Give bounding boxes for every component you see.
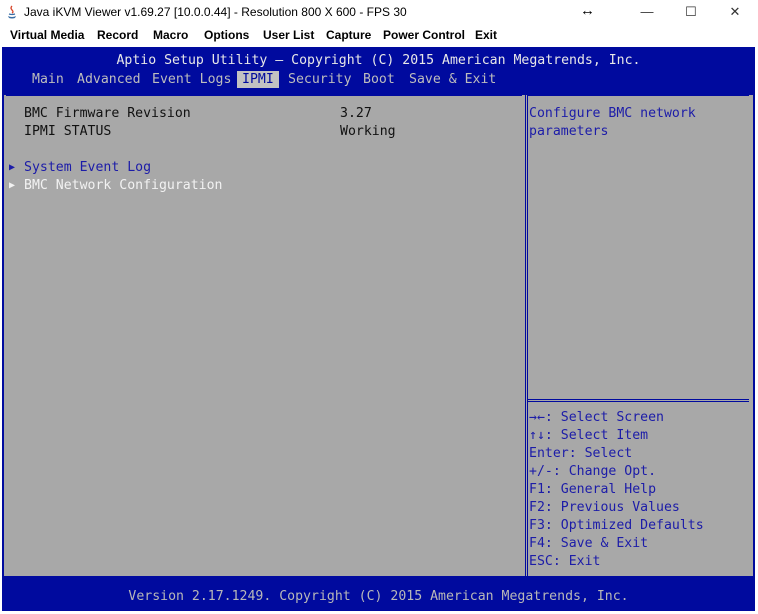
key-help-f2: F2: Previous Values (529, 500, 680, 515)
menu-capture[interactable]: Capture (326, 28, 371, 42)
submenu-arrow-icon: ▶ (9, 180, 16, 191)
panel-top-border (6, 95, 522, 96)
menu-power-control[interactable]: Power Control (383, 28, 465, 42)
tab-main[interactable]: Main (27, 71, 69, 88)
menu-exit[interactable]: Exit (475, 28, 497, 42)
maximize-button[interactable]: ☐ (668, 0, 714, 24)
key-help-f4: F4: Save & Exit (529, 536, 649, 551)
key-help-esc: ESC: Exit (529, 554, 601, 569)
panel-divider-right (527, 95, 528, 576)
window-title: Java iKVM Viewer v1.69.27 [10.0.0.44] - … (24, 5, 407, 19)
submenu-arrow-icon: ▶ (9, 162, 16, 173)
submenu-system-event-log[interactable]: System Event Log (24, 160, 151, 176)
java-app-icon (8, 5, 16, 19)
key-help-select-screen: →←: Select Screen (529, 410, 664, 425)
resize-icon[interactable]: ↔ (580, 2, 595, 19)
tab-ipmi[interactable]: IPMI (237, 71, 279, 88)
window-titlebar[interactable]: Java iKVM Viewer v1.69.27 [10.0.0.44] - … (0, 0, 758, 24)
help-text-line: Configure BMC network (529, 106, 696, 121)
menu-virtual-media[interactable]: Virtual Media (10, 28, 84, 42)
key-help-change-opt: +/-: Change Opt. (529, 464, 657, 479)
tab-security[interactable]: Security (283, 71, 357, 88)
key-help-f1: F1: General Help (529, 482, 657, 497)
key-help-enter: Enter: Select (529, 446, 633, 461)
tab-boot[interactable]: Boot (358, 71, 400, 88)
bios-main-panel: BMC Firmware Revision 3.27 IPMI STATUS W… (4, 95, 753, 576)
minimize-button[interactable]: — (624, 0, 670, 24)
tab-advanced[interactable]: Advanced (72, 71, 146, 88)
submenu-bmc-network-configuration[interactable]: BMC Network Configuration (24, 178, 223, 194)
menu-macro[interactable]: Macro (153, 28, 188, 42)
help-keys-divider-2 (528, 401, 749, 402)
help-keys-divider (528, 399, 749, 400)
ipmi-status-label: IPMI STATUS (24, 124, 112, 139)
help-text-line: parameters (529, 124, 609, 139)
help-top-border (528, 95, 749, 96)
ipmi-status-value: Working (340, 124, 396, 139)
menu-record[interactable]: Record (97, 28, 138, 42)
key-help-select-item: ↑↓: Select Item (529, 428, 649, 443)
tab-event-logs[interactable]: Event Logs (147, 71, 236, 88)
bios-title: Aptio Setup Utility – Copyright (C) 2015… (116, 53, 641, 68)
close-button[interactable]: ✕ (712, 0, 758, 24)
menu-bar: Virtual Media Record Macro Options User … (0, 24, 758, 46)
panel-divider-left (525, 95, 526, 576)
menu-options[interactable]: Options (204, 28, 249, 42)
key-help-f3: F3: Optimized Defaults (529, 518, 704, 533)
kvm-console-screen[interactable]: Aptio Setup Utility – Copyright (C) 2015… (2, 47, 755, 611)
bmc-firmware-value: 3.27 (340, 106, 372, 121)
bios-footer-version: Version 2.17.1249. Copyright (C) 2015 Am… (128, 589, 629, 604)
menu-user-list[interactable]: User List (263, 28, 314, 42)
tab-save-exit[interactable]: Save & Exit (404, 71, 501, 88)
bmc-firmware-label: BMC Firmware Revision (24, 106, 191, 121)
